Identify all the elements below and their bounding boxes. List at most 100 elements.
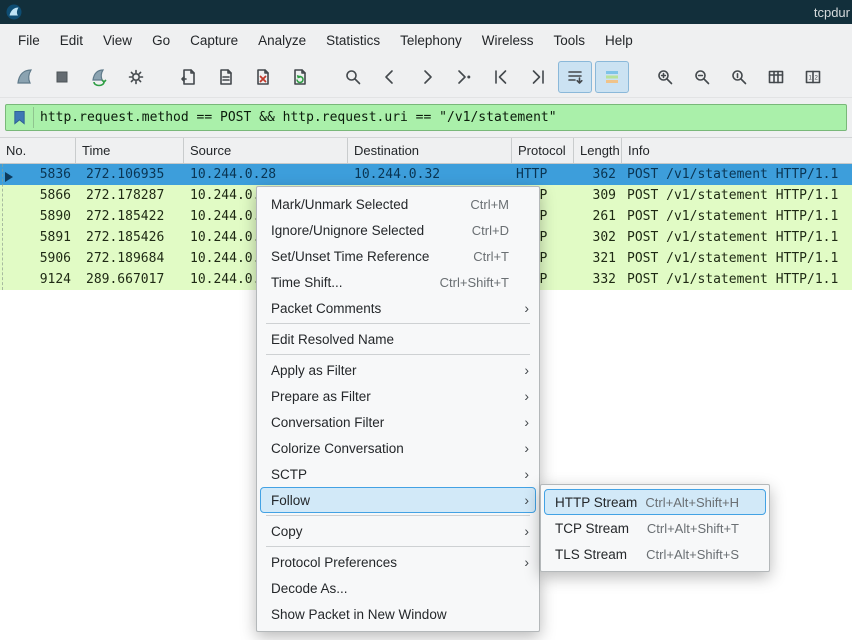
auto-scroll-icon (565, 67, 585, 87)
context-menu-item-apply-as-filter[interactable]: Apply as Filter › (260, 357, 536, 383)
context-menu-item-decode-as[interactable]: Decode As... (260, 575, 536, 601)
follow-submenu-item-tls-stream[interactable]: TLS StreamCtrl+Alt+Shift+S (544, 541, 766, 567)
column-header-info[interactable]: Info (622, 138, 852, 163)
column-header-source[interactable]: Source (184, 138, 348, 163)
menu-capture[interactable]: Capture (180, 28, 248, 53)
context-menu-item-conversation-filter[interactable]: Conversation Filter› (260, 409, 536, 435)
menu-wireless[interactable]: Wireless (472, 28, 544, 53)
context-menu-item-ignore-unignore-selected[interactable]: Ignore/Unignore SelectedCtrl+D (260, 217, 536, 243)
menu-go[interactable]: Go (142, 28, 180, 53)
column-header-no[interactable]: No. (0, 138, 76, 163)
context-menu-item-sctp[interactable]: SCTP› (260, 461, 536, 487)
cell-no: 5866 (0, 188, 76, 203)
context-menu-item-copy[interactable]: Copy› (260, 518, 536, 544)
context-menu-item-set-unset-time-reference[interactable]: Set/Unset Time ReferenceCtrl+T (260, 243, 536, 269)
context-menu-item-time-shift[interactable]: Time Shift...Ctrl+Shift+T (260, 269, 536, 295)
find-packet-icon (343, 67, 363, 87)
context-menu-item-prepare-as-filter[interactable]: Prepare as Filter› (260, 383, 536, 409)
save-file-button[interactable] (209, 61, 243, 93)
close-file-button[interactable] (246, 61, 280, 93)
go-to-packet-icon (454, 67, 474, 87)
auto-scroll-button[interactable] (558, 61, 592, 93)
context-menu-item-follow[interactable]: Follow › (260, 487, 536, 513)
menu-item-label: Conversation Filter (271, 415, 384, 430)
start-capture-button[interactable] (8, 61, 42, 93)
menu-item-label: Follow (271, 493, 310, 508)
menu-statistics[interactable]: Statistics (316, 28, 390, 53)
cell-time: 289.667017 (76, 272, 184, 287)
colorize-packets-button[interactable] (595, 61, 629, 93)
open-file-button[interactable] (172, 61, 206, 93)
filter-bookmark-icon[interactable] (12, 107, 34, 128)
submenu-arrow-icon: › (517, 555, 529, 569)
column-header-destination[interactable]: Destination (348, 138, 512, 163)
display-filter-field[interactable] (5, 104, 847, 131)
context-menu-item-mark-unmark-selected[interactable]: Mark/Unmark SelectedCtrl+M (260, 191, 536, 217)
follow-submenu-item-http-stream[interactable]: HTTP StreamCtrl+Alt+Shift+H (544, 489, 766, 515)
menu-item-label: Apply as Filter (271, 363, 357, 378)
context-menu-item-protocol-preferences[interactable]: Protocol Preferences› (260, 549, 536, 575)
wireshark-logo-icon (6, 4, 22, 20)
cell-time: 272.185426 (76, 230, 184, 245)
go-forward-icon (417, 67, 437, 87)
cell-time: 272.106935 (76, 167, 184, 182)
zoom-out-button[interactable] (685, 61, 719, 93)
column-header-time[interactable]: Time (76, 138, 184, 163)
context-menu-item-packet-comments[interactable]: Packet Comments› (260, 295, 536, 321)
menu-view[interactable]: View (93, 28, 142, 53)
cell-length: 261 (574, 209, 622, 224)
cell-length: 332 (574, 272, 622, 287)
context-menu-item-edit-resolved-name[interactable]: Edit Resolved Name (260, 326, 536, 352)
capture-options-icon (126, 67, 146, 87)
menu-analyze[interactable]: Analyze (248, 28, 316, 53)
menu-item-label: Ignore/Unignore Selected (271, 223, 424, 238)
reload-file-icon (290, 67, 310, 87)
go-forward-button[interactable] (410, 61, 444, 93)
cell-no: 5836 (0, 167, 76, 182)
column-display-icon: 12 (803, 67, 823, 87)
follow-submenu-item-tcp-stream[interactable]: TCP StreamCtrl+Alt+Shift+T (544, 515, 766, 541)
capture-options-button[interactable] (119, 61, 153, 93)
zoom-in-button[interactable] (648, 61, 682, 93)
first-packet-button[interactable] (484, 61, 518, 93)
menu-file[interactable]: File (8, 28, 50, 53)
menu-separator (266, 546, 530, 547)
context-menu-item-show-packet-in-new-window[interactable]: Show Packet in New Window (260, 601, 536, 627)
submenu-arrow-icon: › (517, 389, 529, 403)
packet-row-5836[interactable]: 5836272.10693510.244.0.2810.244.0.32HTTP… (0, 164, 852, 185)
last-packet-button[interactable] (521, 61, 555, 93)
cell-info: POST /v1/statement HTTP/1.1 (622, 167, 852, 182)
menu-telephony[interactable]: Telephony (390, 28, 472, 53)
svg-text:2: 2 (815, 75, 819, 81)
column-display-button[interactable]: 12 (796, 61, 830, 93)
zoom-reset-button[interactable] (722, 61, 756, 93)
stop-capture-button[interactable] (45, 61, 79, 93)
submenu-arrow-icon: › (517, 363, 529, 377)
reload-file-button[interactable] (283, 61, 317, 93)
menu-item-label: SCTP (271, 467, 307, 482)
cell-no: 5906 (0, 251, 76, 266)
menu-item-shortcut: Ctrl+Alt+Shift+H (645, 495, 747, 510)
cell-no: 5890 (0, 209, 76, 224)
cell-time: 272.178287 (76, 188, 184, 203)
selected-packet-arrow-icon (5, 172, 13, 182)
menu-item-shortcut: Ctrl+Shift+T (440, 275, 517, 290)
menu-item-shortcut: Ctrl+Alt+Shift+T (647, 521, 747, 536)
column-header-length[interactable]: Length (574, 138, 622, 163)
submenu-arrow-icon: › (517, 493, 529, 507)
cell-info: POST /v1/statement HTTP/1.1 (622, 188, 852, 203)
menu-help[interactable]: Help (595, 28, 643, 53)
cell-no: 5891 (0, 230, 76, 245)
display-filter-input[interactable] (40, 110, 840, 125)
wireshark-window: tcpdur FileEditViewGoCaptureAnalyzeStati… (0, 0, 852, 640)
resize-columns-button[interactable] (759, 61, 793, 93)
zoom-reset-icon (729, 67, 749, 87)
restart-capture-button[interactable] (82, 61, 116, 93)
column-header-protocol[interactable]: Protocol (512, 138, 574, 163)
find-packet-button[interactable] (336, 61, 370, 93)
go-back-button[interactable] (373, 61, 407, 93)
menu-edit[interactable]: Edit (50, 28, 93, 53)
go-to-packet-button[interactable] (447, 61, 481, 93)
menu-tools[interactable]: Tools (543, 28, 595, 53)
context-menu-item-colorize-conversation[interactable]: Colorize Conversation› (260, 435, 536, 461)
